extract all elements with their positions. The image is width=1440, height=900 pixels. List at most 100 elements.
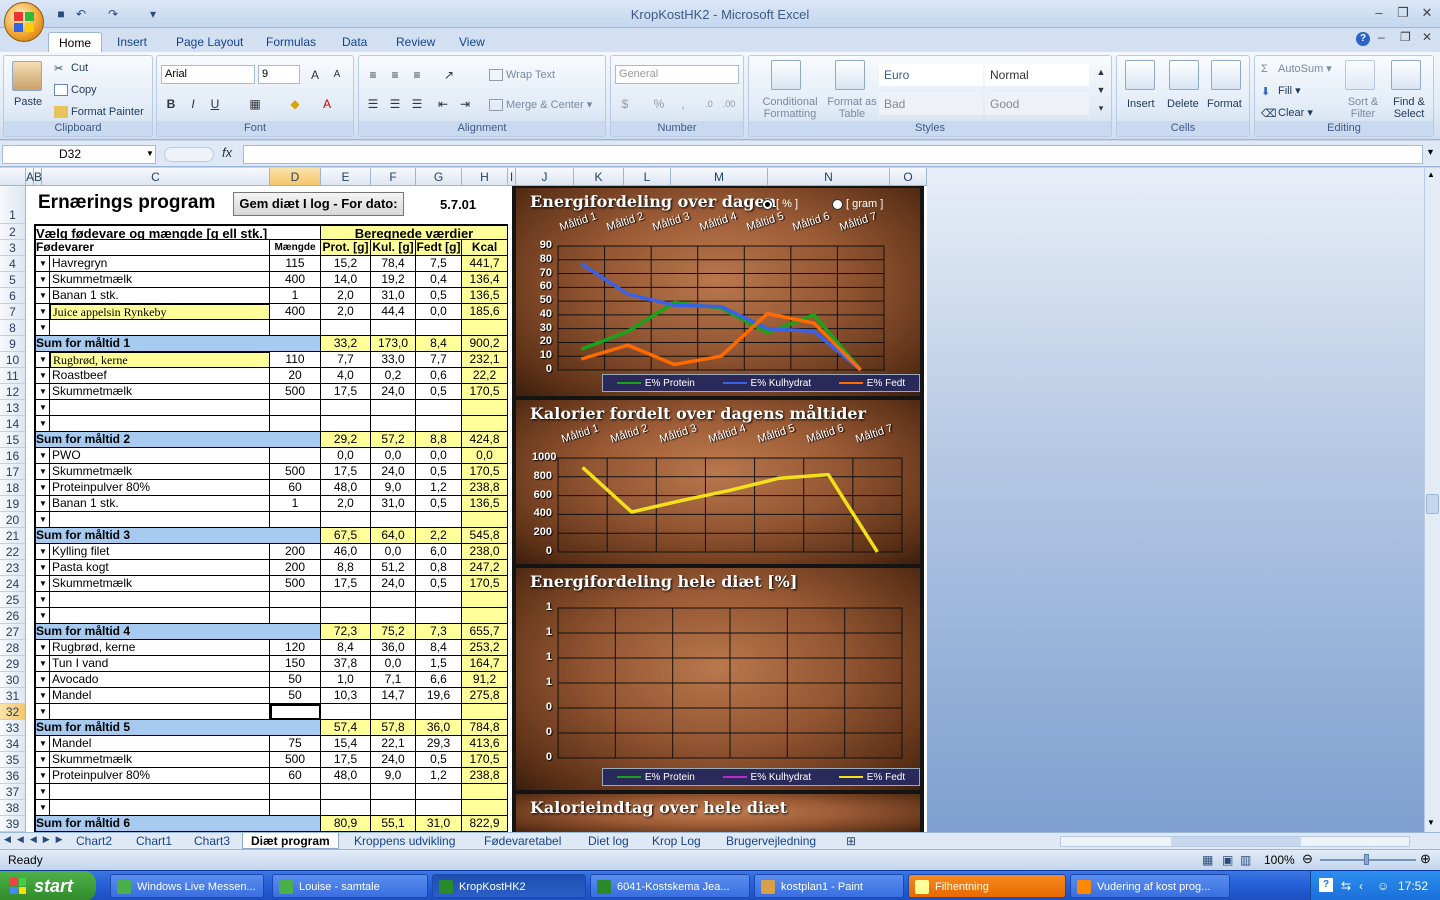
food-quantity[interactable]: 200 <box>270 544 321 560</box>
row-header[interactable]: 1 <box>0 186 26 224</box>
format-painter-button[interactable]: Format Painter <box>54 106 144 119</box>
food-quantity[interactable]: 400 <box>270 272 321 288</box>
users-tray-icon[interactable]: ☺ <box>1377 871 1389 900</box>
styles-more-icon[interactable]: ▾ <box>1091 98 1111 117</box>
increase-indent-icon[interactable]: ⇥ <box>455 94 475 113</box>
sheet-nav-icons[interactable]: ◀◀◀▶▶ <box>4 834 69 845</box>
row-header[interactable]: 34 <box>0 736 26 752</box>
radio-percent-icon[interactable] <box>762 198 773 210</box>
borders-icon[interactable]: ▦ <box>245 94 265 113</box>
percent-icon[interactable]: % <box>649 94 669 113</box>
row-header[interactable]: 13 <box>0 400 26 416</box>
align-left-icon[interactable]: ☰ <box>363 94 383 113</box>
row-header[interactable]: 8 <box>0 320 26 336</box>
help-tray-icon[interactable]: ? <box>1319 878 1333 892</box>
tab-formulas[interactable]: Formulas <box>256 32 326 52</box>
copy-button[interactable]: Copy <box>54 84 97 97</box>
align-right-icon[interactable]: ☰ <box>407 94 427 113</box>
tab-data[interactable]: Data <box>332 32 377 52</box>
row-header[interactable]: 30 <box>0 672 26 688</box>
minimize-workbook-icon[interactable]: – <box>1378 30 1385 44</box>
dropdown-arrow-icon[interactable]: ▼ <box>37 802 49 814</box>
conditional-formatting-icon[interactable] <box>771 60 801 90</box>
insert-cells-icon[interactable] <box>1125 60 1155 90</box>
food-name[interactable]: Mandel <box>50 736 270 752</box>
sheet-tab-brugervejledning[interactable]: Brugervejledning <box>718 833 824 849</box>
sheet-tab-kroppens-udvikling[interactable]: Kroppens udvikling <box>346 833 463 849</box>
row-header[interactable]: 5 <box>0 272 26 288</box>
chart-calories-meals[interactable]: Kalorier fordelt over dagens måltider 100… <box>516 400 920 564</box>
chart-energy-diet[interactable]: Energifordeling hele diæt [%] 1 1 1 1 0 0 0 E% P… <box>516 568 920 790</box>
row-header[interactable]: 31 <box>0 688 26 704</box>
food-name[interactable]: Juice appelsin Rynkeby <box>50 304 270 320</box>
food-quantity[interactable]: 500 <box>270 384 321 400</box>
tray-arrow-icon[interactable]: ‹ <box>1359 871 1363 900</box>
column-header-i[interactable]: I <box>508 168 516 186</box>
dropdown-arrow-icon[interactable]: ▼ <box>37 322 49 334</box>
row-header[interactable]: 19 <box>0 496 26 512</box>
food-quantity[interactable] <box>270 784 321 800</box>
fill-button[interactable]: ⬇ Fill ▾ <box>1261 84 1301 98</box>
formula-bar-resize-handle[interactable] <box>164 147 214 162</box>
column-header-m[interactable]: M <box>671 168 768 186</box>
format-as-table-icon[interactable] <box>835 60 865 90</box>
dropdown-arrow-icon[interactable]: ▼ <box>37 690 49 702</box>
autosum-button[interactable]: Σ AutoSum ▾ <box>1261 62 1332 75</box>
food-quantity[interactable]: 200 <box>270 560 321 576</box>
food-quantity[interactable]: 500 <box>270 464 321 480</box>
food-name[interactable]: Tun I vand <box>50 656 270 672</box>
row-header[interactable]: 17 <box>0 464 26 480</box>
page-break-view-icon[interactable]: ▥ <box>1240 853 1251 867</box>
dropdown-arrow-icon[interactable]: ▼ <box>37 642 49 654</box>
dropdown-arrow-icon[interactable]: ▼ <box>37 674 49 686</box>
conditional-formatting-button[interactable]: Conditional Formatting <box>755 96 825 120</box>
taskbar-item-excel[interactable]: KropKostHK2 <box>432 874 586 898</box>
row-header[interactable]: 38 <box>0 800 26 816</box>
row-header[interactable]: 21 <box>0 528 26 544</box>
restore-workbook-icon[interactable]: ❐ <box>1400 30 1411 44</box>
food-name[interactable]: Skummetmælk <box>50 576 270 592</box>
food-name[interactable]: Banan 1 stk. <box>50 288 270 304</box>
name-box-dropdown-icon[interactable]: ▼ <box>146 149 154 158</box>
taskbar-item-louise[interactable]: Louise - samtale <box>272 874 428 898</box>
dropdown-arrow-icon[interactable]: ▼ <box>37 786 49 798</box>
delete-cells-icon[interactable] <box>1169 60 1199 90</box>
tab-insert[interactable]: Insert <box>107 32 157 52</box>
zoom-in-icon[interactable]: ⊕ <box>1420 851 1431 867</box>
dropdown-arrow-icon[interactable]: ▼ <box>37 610 49 622</box>
styles-scroll-down-icon[interactable]: ▼ <box>1091 80 1111 99</box>
vertical-scrollbar[interactable]: ▲ ▼ <box>1424 168 1440 832</box>
select-all-corner[interactable] <box>0 168 26 186</box>
food-name[interactable] <box>50 592 270 608</box>
scroll-up-icon[interactable]: ▲ <box>1427 170 1435 179</box>
row-header[interactable]: 25 <box>0 592 26 608</box>
help-icon[interactable]: ? <box>1356 32 1370 46</box>
dropdown-arrow-icon[interactable]: ▼ <box>37 258 49 270</box>
chart-calorie-intake[interactable]: Kalorieindtag over hele diæt <box>516 794 920 832</box>
insert-sheet-icon[interactable]: ⊞ <box>838 833 864 849</box>
food-name[interactable]: Rugbrød, kerne <box>50 640 270 656</box>
row-header[interactable]: 15 <box>0 432 26 448</box>
food-name[interactable]: Skummetmælk <box>50 384 270 400</box>
column-header-e[interactable]: E <box>321 168 371 186</box>
style-euro[interactable]: Euro <box>879 64 983 86</box>
worksheet[interactable]: ABCDEFGHIJKLMNO 1 2 3 4 5 6 7 8 9 10 11 12 13 14 15 16 1… <box>0 168 927 832</box>
decrease-indent-icon[interactable]: ⇤ <box>433 94 453 113</box>
food-name[interactable]: Kylling filet <box>50 544 270 560</box>
dropdown-arrow-icon[interactable]: ▼ <box>37 498 49 510</box>
food-quantity[interactable] <box>270 800 321 816</box>
dropdown-arrow-icon[interactable]: ▼ <box>37 274 49 286</box>
dropdown-arrow-icon[interactable]: ▼ <box>37 354 49 366</box>
minimize-window-icon[interactable]: – <box>1368 4 1390 22</box>
row-header[interactable]: 24 <box>0 576 26 592</box>
radio-gram-icon[interactable] <box>832 198 843 210</box>
dropdown-arrow-icon[interactable]: ▼ <box>37 482 49 494</box>
align-bottom-icon[interactable]: ≡ <box>407 65 427 84</box>
food-quantity[interactable] <box>270 704 321 720</box>
paste-button[interactable]: Paste <box>14 96 42 108</box>
food-name[interactable] <box>50 784 270 800</box>
save-diet-log-button[interactable]: Gem diæt I log - For dato: <box>233 192 404 216</box>
row-header[interactable]: 11 <box>0 368 26 384</box>
column-header-n[interactable]: N <box>768 168 890 186</box>
style-good[interactable]: Good <box>985 93 1089 115</box>
